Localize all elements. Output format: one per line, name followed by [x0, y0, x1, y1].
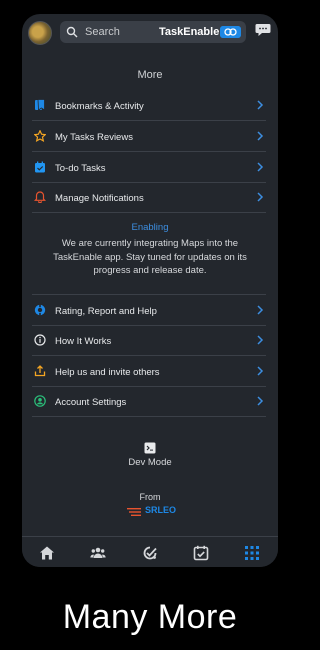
chevron-right-icon	[257, 305, 264, 315]
star-icon	[34, 130, 46, 142]
company-logo: SRLEO	[127, 505, 187, 519]
menu-item-invite[interactable]: Help us and invite others	[32, 356, 266, 387]
chevron-right-icon	[257, 396, 264, 406]
account-icon	[34, 395, 46, 407]
menu-item-task-reviews[interactable]: My Tasks Reviews	[32, 121, 266, 152]
chevron-right-icon	[257, 131, 264, 141]
chevron-right-icon	[257, 335, 264, 345]
dev-mode-label[interactable]: Dev Mode	[22, 457, 278, 468]
notice-text: We are currently integrating Maps into t…	[53, 238, 247, 276]
menu-item-rating-help[interactable]: Rating, Report and Help	[32, 294, 266, 326]
grid-icon[interactable]	[244, 545, 260, 561]
chevron-right-icon	[257, 162, 264, 172]
bookmark-icon	[35, 99, 45, 111]
help-icon	[34, 304, 46, 316]
menu-item-how-it-works[interactable]: How It Works	[32, 325, 266, 356]
avatar[interactable]	[28, 21, 52, 45]
calendar-check-icon[interactable]	[193, 545, 209, 561]
top-bar: Search TaskEnable	[22, 14, 278, 50]
menu-item-label: Manage Notifications	[55, 193, 144, 204]
chevron-right-icon	[257, 366, 264, 376]
search-icon	[66, 26, 78, 38]
search-bar[interactable]: Search TaskEnable	[60, 21, 246, 43]
calendar-icon	[35, 161, 45, 173]
search-placeholder: Search	[85, 26, 120, 38]
bell-icon	[34, 191, 46, 203]
chat-icon[interactable]	[255, 23, 271, 37]
company-name: SRLEO	[145, 505, 177, 515]
menu-item-label: My Tasks Reviews	[55, 132, 133, 143]
chevron-right-icon	[257, 192, 264, 202]
phone-screen: Search TaskEnable More Bookmarks & Activ…	[22, 14, 278, 567]
brand-name: TaskEnable	[159, 26, 220, 38]
menu-item-label: Account Settings	[55, 397, 127, 408]
srleo-logo-icon	[127, 508, 141, 516]
menu-item-label: To-do Tasks	[55, 163, 106, 174]
home-icon[interactable]	[39, 545, 55, 561]
menu-item-label: How It Works	[55, 336, 112, 347]
menu-item-label: Bookmarks & Activity	[55, 101, 144, 112]
menu-item-todo-tasks[interactable]: To-do Tasks	[32, 152, 266, 183]
chevron-right-icon	[257, 100, 264, 110]
info-icon	[34, 334, 46, 346]
menu-item-account-settings[interactable]: Account Settings	[32, 386, 266, 417]
promo-caption: Many More	[62, 598, 238, 636]
terminal-icon[interactable]	[144, 442, 156, 454]
bottom-tab-bar	[22, 536, 278, 567]
tasks-check-icon[interactable]	[142, 545, 158, 561]
menu-item-bookmarks[interactable]: Bookmarks & Activity	[32, 90, 266, 121]
menu-item-notifications[interactable]: Manage Notifications	[32, 182, 266, 213]
from-label: From	[139, 492, 161, 502]
notice-heading: Enabling	[131, 222, 169, 233]
page-title: More	[137, 69, 163, 81]
menu-item-label: Rating, Report and Help	[55, 306, 157, 317]
people-icon[interactable]	[90, 545, 106, 561]
menu-item-label: Help us and invite others	[55, 367, 160, 378]
share-icon	[34, 365, 46, 377]
brand-logo-icon	[220, 26, 241, 38]
